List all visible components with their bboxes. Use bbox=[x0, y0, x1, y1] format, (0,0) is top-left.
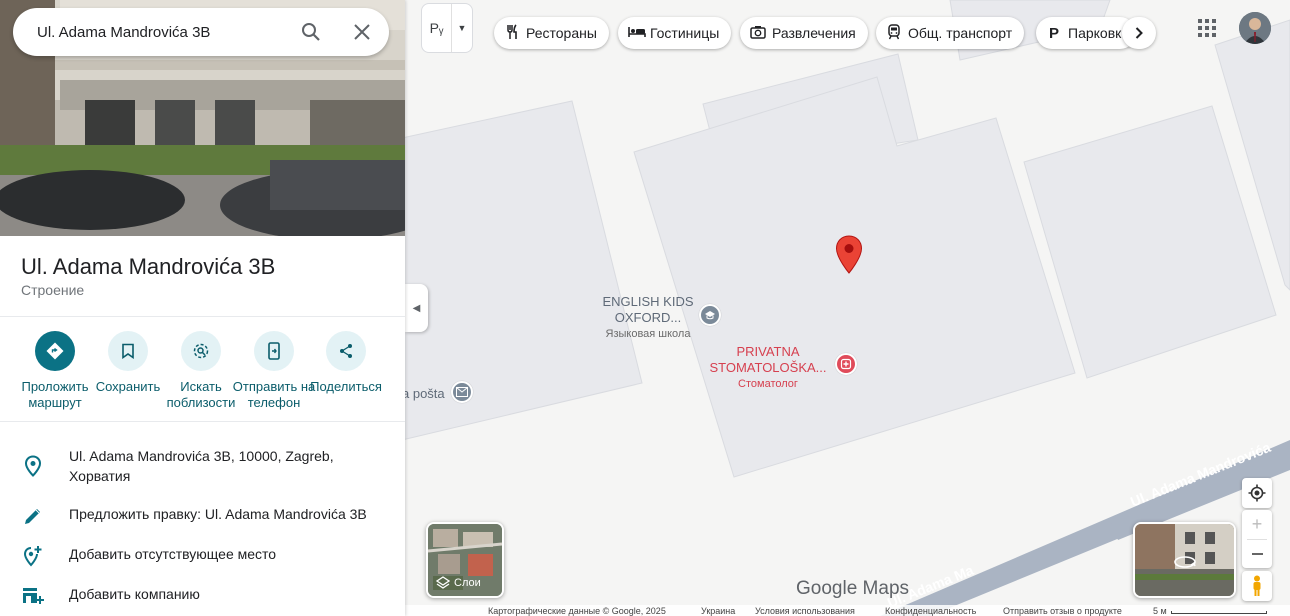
layers-button[interactable]: Слои bbox=[426, 522, 504, 598]
address-text: Ul. Adama Mandrovića 3B, 10000, Zagreb, … bbox=[69, 448, 334, 484]
action-bar: Проложить маршрут Сохранить Искать побли… bbox=[0, 331, 405, 411]
layers-label: Слои bbox=[454, 577, 481, 589]
feedback-link[interactable]: Отправить отзыв о продукте bbox=[1003, 606, 1122, 616]
chip-transit[interactable]: Общ. транспорт bbox=[876, 17, 1025, 49]
zoom-out-button[interactable] bbox=[1242, 540, 1272, 568]
chip-restaurants-label: Рестораны bbox=[526, 25, 597, 41]
close-icon[interactable] bbox=[350, 20, 374, 44]
poi-school-type: Языковая школа bbox=[605, 328, 691, 340]
dentist-icon[interactable] bbox=[835, 353, 857, 375]
plus-icon: + bbox=[1251, 514, 1263, 534]
nearby-icon bbox=[181, 331, 221, 371]
chip-hotels-label: Гостиницы bbox=[650, 25, 720, 41]
360-rotate-icon bbox=[1174, 556, 1196, 568]
scale-label[interactable]: 5 м bbox=[1153, 606, 1167, 616]
travel-mode-label: Pᵧ bbox=[422, 4, 452, 52]
zoom-controls: + bbox=[1242, 510, 1272, 568]
country-link[interactable]: Украина bbox=[701, 606, 735, 616]
terms-link[interactable]: Условия использования bbox=[755, 606, 855, 616]
divider bbox=[0, 421, 405, 422]
parking-icon: P bbox=[1048, 24, 1059, 42]
street-view-thumbnail[interactable] bbox=[1133, 522, 1236, 598]
travel-mode-selector[interactable]: Pᵧ ▼ bbox=[421, 3, 473, 53]
search-input[interactable] bbox=[37, 23, 287, 41]
restaurant-icon bbox=[504, 23, 520, 43]
my-location-icon bbox=[1248, 484, 1266, 502]
place-panel: Ul. Adama Mandrovića 3B Строение Проложи… bbox=[0, 0, 405, 616]
chip-restaurants[interactable]: Рестораны bbox=[494, 17, 609, 49]
place-category[interactable]: Строение bbox=[21, 282, 84, 298]
bookmark-icon bbox=[108, 331, 148, 371]
layers-label-wrap: Слои bbox=[436, 576, 481, 590]
chips-next-button[interactable] bbox=[1122, 17, 1156, 49]
minus-icon bbox=[1251, 552, 1263, 555]
avatar[interactable] bbox=[1239, 12, 1271, 44]
add-business-icon bbox=[21, 584, 45, 608]
add-business-text: Добавить компанию bbox=[69, 586, 200, 602]
zoom-in-button[interactable]: + bbox=[1242, 511, 1272, 539]
poi-dentist-name: PRIVATNA STOMATOLOŠKA... bbox=[709, 344, 827, 375]
scale-bar bbox=[1171, 611, 1267, 614]
privacy-link[interactable]: Конфиденциальность bbox=[885, 606, 976, 616]
add-place-text: Добавить отсутствующее место bbox=[69, 546, 277, 562]
directions-icon bbox=[35, 331, 75, 371]
camera-icon bbox=[750, 25, 766, 42]
google-maps-logo: Google Maps bbox=[796, 578, 910, 599]
share-icon bbox=[326, 331, 366, 371]
hotel-icon bbox=[628, 25, 646, 41]
caret-down-icon: ▼ bbox=[457, 23, 467, 33]
layers-icon bbox=[436, 576, 450, 589]
add-location-icon bbox=[21, 544, 45, 568]
suggest-edit-text: Предложить правку: Ul. Adama Mandrovića … bbox=[69, 506, 367, 522]
transit-icon bbox=[886, 23, 902, 43]
map-data-attribution: Картографические данные © Google, 2025 bbox=[488, 606, 666, 616]
map-pin-icon[interactable] bbox=[835, 235, 863, 275]
map-footer: Картографические данные © Google, 2025 У… bbox=[405, 605, 1290, 616]
pencil-icon bbox=[21, 504, 45, 528]
poi-label-school[interactable]: ENGLISH KIDS OXFORD... Языковая школа bbox=[592, 294, 704, 342]
apps-grid-icon[interactable] bbox=[1196, 17, 1218, 39]
pegman-icon bbox=[1253, 575, 1261, 596]
chip-transit-label: Общ. транспорт bbox=[908, 25, 1013, 41]
poi-label-dentist[interactable]: PRIVATNA STOMATOLOŠKA... Стоматолог bbox=[706, 344, 830, 392]
poi-label-post[interactable]: a pošta bbox=[402, 386, 445, 402]
my-location-button[interactable] bbox=[1242, 478, 1272, 508]
chip-parking-label: Парковк bbox=[1068, 25, 1122, 41]
post-office-icon[interactable] bbox=[451, 381, 473, 403]
share-label: Поделиться bbox=[310, 379, 382, 394]
search-box bbox=[13, 8, 389, 56]
poi-school-name: ENGLISH KIDS OXFORD... bbox=[602, 294, 694, 325]
chip-entertainment[interactable]: Развлечения bbox=[740, 17, 868, 49]
location-pin-icon bbox=[21, 454, 45, 478]
chip-entertainment-label: Развлечения bbox=[772, 25, 856, 41]
poi-dentist-type: Стоматолог bbox=[738, 378, 798, 390]
chevron-left-icon: ◀ bbox=[412, 302, 421, 314]
place-title: Ul. Adama Mandrovića 3B bbox=[21, 254, 276, 279]
pegman-button[interactable] bbox=[1242, 571, 1272, 601]
chevron-right-icon bbox=[1135, 27, 1143, 39]
share-button[interactable]: Поделиться bbox=[301, 331, 391, 395]
search-icon[interactable] bbox=[299, 20, 323, 44]
phone-icon bbox=[254, 331, 294, 371]
chip-parking[interactable]: P Парковк bbox=[1036, 17, 1136, 49]
chip-hotels[interactable]: Гостиницы bbox=[618, 17, 732, 49]
divider bbox=[0, 316, 405, 317]
collapse-panel-button[interactable]: ◀ bbox=[405, 284, 428, 332]
